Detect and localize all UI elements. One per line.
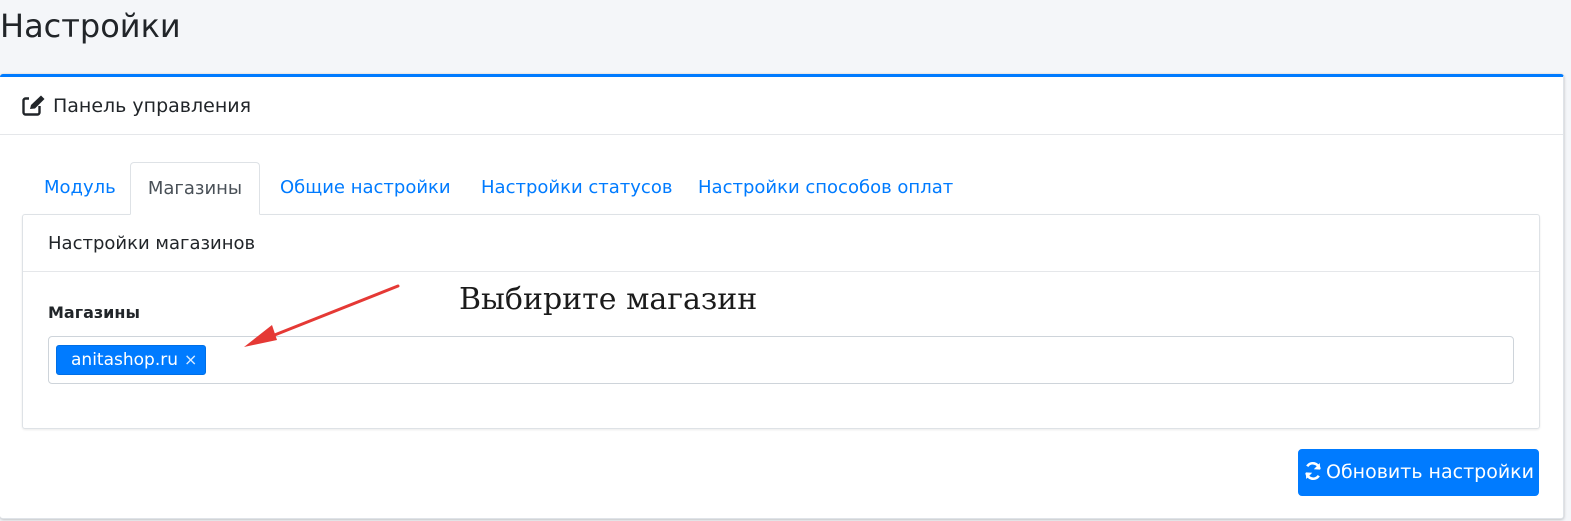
tab-module[interactable]: Модуль (44, 162, 116, 214)
edit-icon (22, 95, 46, 117)
selected-shop-tag: anitashop.ru × (56, 345, 207, 375)
shops-field-label: Магазины (48, 303, 140, 322)
settings-tabs: Модуль Магазины Общие настройки Настройк… (22, 162, 1539, 215)
update-settings-label: Обновить настройки (1325, 461, 1534, 483)
selected-shop-label: anitashop.ru (71, 350, 178, 370)
remove-tag-icon[interactable]: × (184, 346, 197, 374)
tab-status-settings[interactable]: Настройки статусов (481, 162, 672, 214)
panel-title: Панель управления (53, 95, 252, 117)
shops-card-header: Настройки магазинов (23, 215, 1539, 272)
card-header: Панель управления (0, 77, 1563, 135)
tab-general-settings[interactable]: Общие настройки (280, 162, 451, 214)
annotation-arrow (244, 284, 400, 347)
update-settings-button[interactable]: Обновить настройки (1298, 449, 1539, 496)
annotation-text: Выбирите магазин (459, 282, 758, 317)
refresh-icon (1303, 453, 1323, 481)
page-title: Настройки (0, 7, 181, 45)
control-panel-card: Панель управления Модуль Магазины Общие … (0, 74, 1564, 519)
shops-card-title: Настройки магазинов (48, 233, 256, 254)
tab-shops[interactable]: Магазины (130, 162, 260, 215)
tab-payment-settings[interactable]: Настройки способов оплат (698, 162, 953, 214)
